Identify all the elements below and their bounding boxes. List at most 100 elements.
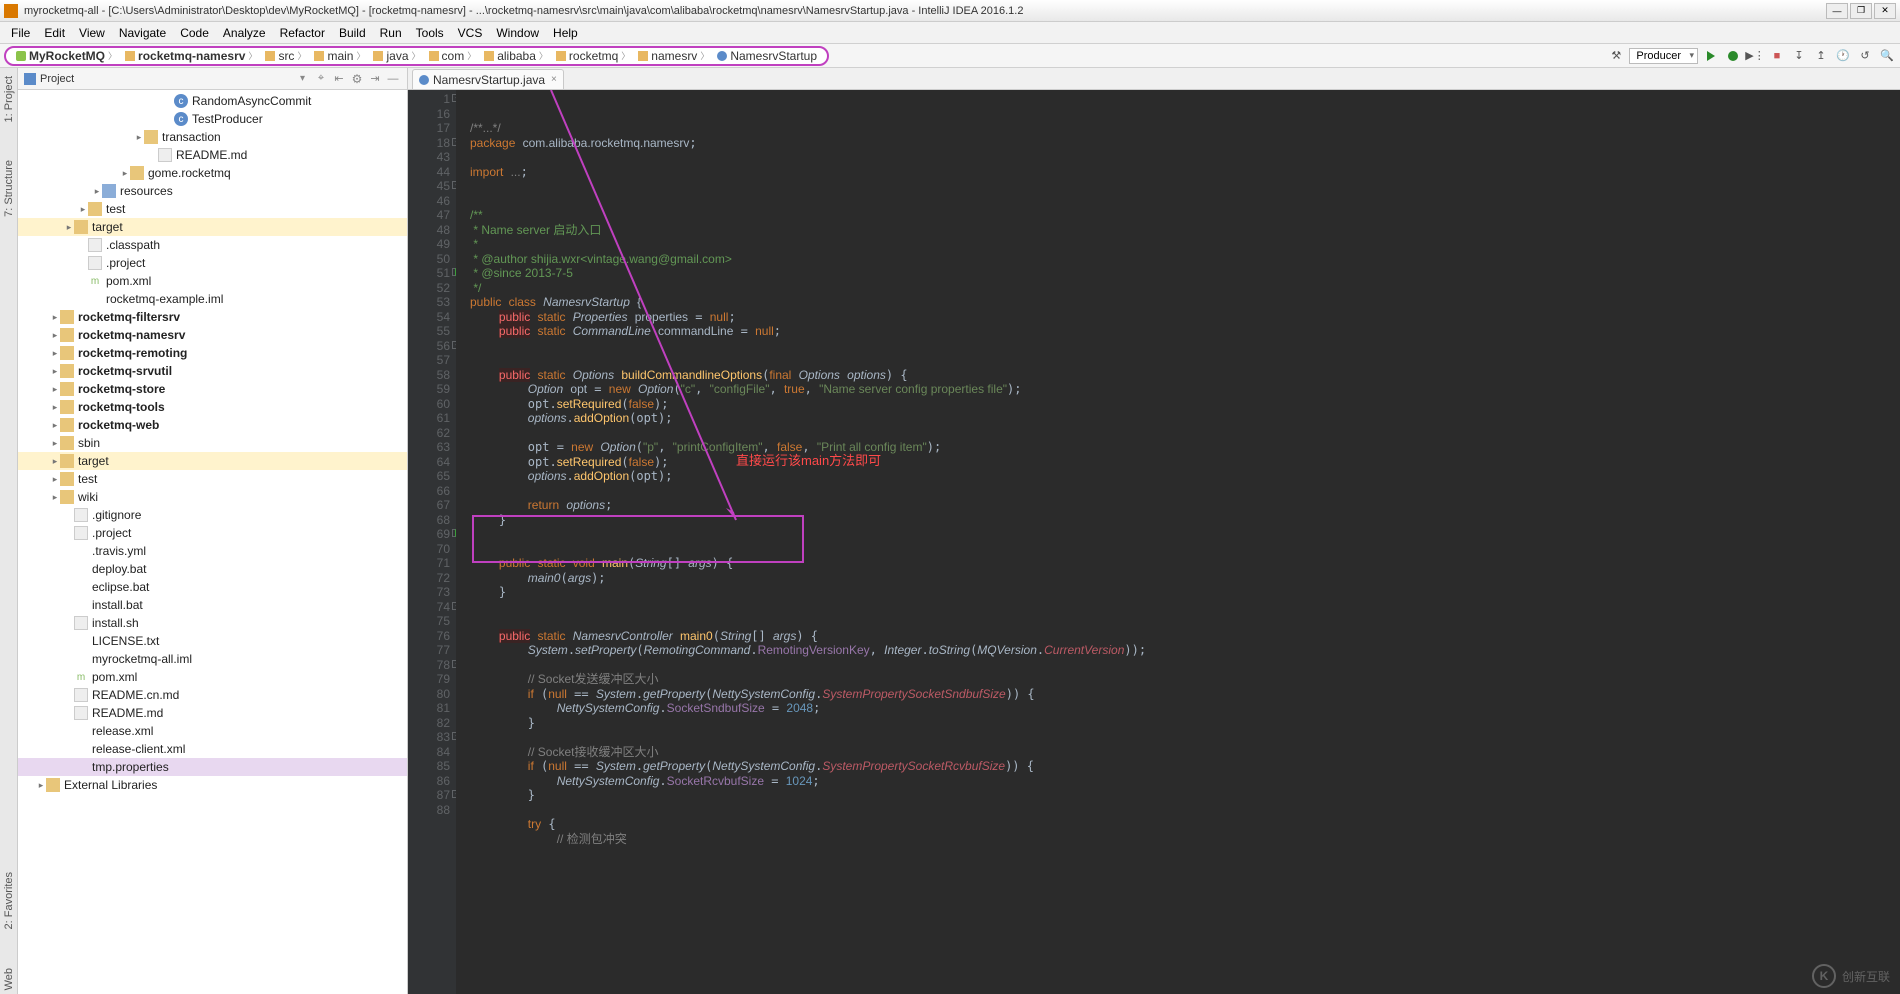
tree-row[interactable]: eclipse.bat xyxy=(18,578,407,596)
tree-row[interactable]: install.sh xyxy=(18,614,407,632)
tool-window-structure[interactable]: 7: Structure xyxy=(3,156,15,221)
editor-tab[interactable]: NamesrvStartup.java × xyxy=(412,69,564,89)
expand-arrow-icon[interactable]: ▸ xyxy=(36,780,46,791)
gutter-line[interactable]: 88 xyxy=(408,803,450,818)
menu-tools[interactable]: Tools xyxy=(409,23,451,43)
tool-window-project[interactable]: 1: Project xyxy=(3,72,15,126)
tree-row[interactable]: cRandomAsyncCommit xyxy=(18,92,407,110)
tree-row[interactable]: .project xyxy=(18,254,407,272)
vcs-commit-button[interactable]: ↥ xyxy=(1812,47,1830,65)
gutter-line[interactable]: 86 xyxy=(408,774,450,789)
tree-row[interactable]: ▸gome.rocketmq xyxy=(18,164,407,182)
gutter-line[interactable]: 58 xyxy=(408,368,450,383)
tree-row[interactable]: myrocketmq-all.iml xyxy=(18,650,407,668)
gutter-line[interactable]: 72 xyxy=(408,571,450,586)
tool-window-favorites[interactable]: 2: Favorites xyxy=(3,868,15,933)
expand-arrow-icon[interactable]: ▸ xyxy=(50,384,60,395)
gutter-line[interactable]: 85 xyxy=(408,759,450,774)
maximize-button[interactable]: ❐ xyxy=(1850,3,1872,19)
breadcrumb[interactable]: MyRocketMQ rocketmq-namesrv src main jav… xyxy=(4,46,829,66)
gutter-line[interactable]: 60 xyxy=(408,397,450,412)
tree-row[interactable]: ▸wiki xyxy=(18,488,407,506)
tree-row[interactable]: tmp.properties xyxy=(18,758,407,776)
expand-arrow-icon[interactable]: ▸ xyxy=(50,402,60,413)
settings-button[interactable]: ⚙ xyxy=(349,71,365,87)
search-everywhere-button[interactable]: 🔍 xyxy=(1878,47,1896,65)
minimize-panel-button[interactable]: — xyxy=(385,71,401,87)
run-button[interactable] xyxy=(1702,47,1720,65)
gutter-line[interactable]: 1- xyxy=(408,92,450,107)
scroll-from-source-button[interactable]: ⌖ xyxy=(313,71,329,87)
menu-file[interactable]: File xyxy=(4,23,37,43)
close-tab-button[interactable]: × xyxy=(551,74,557,85)
tree-row[interactable]: .classpath xyxy=(18,236,407,254)
gutter-line[interactable]: 68 xyxy=(408,513,450,528)
menu-run[interactable]: Run xyxy=(373,23,409,43)
gutter-line[interactable]: 44 xyxy=(408,165,450,180)
gutter-line[interactable]: 61 xyxy=(408,411,450,426)
debug-button[interactable] xyxy=(1724,47,1742,65)
gutter-line[interactable]: 17 xyxy=(408,121,450,136)
gutter-line[interactable]: 46 xyxy=(408,194,450,209)
expand-arrow-icon[interactable]: ▸ xyxy=(50,312,60,323)
tree-row[interactable]: .project xyxy=(18,524,407,542)
tree-row[interactable]: mpom.xml xyxy=(18,668,407,686)
menu-view[interactable]: View xyxy=(72,23,112,43)
tree-row[interactable]: LICENSE.txt xyxy=(18,632,407,650)
expand-arrow-icon[interactable]: ▸ xyxy=(50,348,60,359)
expand-arrow-icon[interactable]: ▸ xyxy=(134,132,144,143)
expand-arrow-icon[interactable]: ▸ xyxy=(50,366,60,377)
tree-row[interactable]: .travis.yml xyxy=(18,542,407,560)
project-tree[interactable]: cRandomAsyncCommitcTestProducer▸transact… xyxy=(18,90,407,994)
make-project-button[interactable]: ⚒ xyxy=(1607,47,1625,65)
gutter-line[interactable]: 45- xyxy=(408,179,450,194)
gutter-line[interactable]: 16 xyxy=(408,107,450,122)
gutter-line[interactable]: 74- xyxy=(408,600,450,615)
gutter-line[interactable]: 76 xyxy=(408,629,450,644)
tree-row[interactable]: ▸rocketmq-store xyxy=(18,380,407,398)
tree-row[interactable]: ▸transaction xyxy=(18,128,407,146)
gutter-line[interactable]: 63 xyxy=(408,440,450,455)
gutter-line[interactable]: 82 xyxy=(408,716,450,731)
gutter-line[interactable]: 78- xyxy=(408,658,450,673)
tree-row[interactable]: ▸rocketmq-tools xyxy=(18,398,407,416)
hide-button[interactable]: ⇥ xyxy=(367,71,383,87)
gutter-line[interactable]: 53 xyxy=(408,295,450,310)
tree-row[interactable]: README.md xyxy=(18,704,407,722)
gutter-line[interactable]: 50 xyxy=(408,252,450,267)
coverage-button[interactable]: ▶⋮ xyxy=(1746,47,1764,65)
gutter-line[interactable]: 54 xyxy=(408,310,450,325)
vcs-update-button[interactable]: ↧ xyxy=(1790,47,1808,65)
gutter-line[interactable]: 55 xyxy=(408,324,450,339)
tree-row[interactable]: ▸target xyxy=(18,218,407,236)
tool-window-web[interactable]: Web xyxy=(3,964,15,994)
gutter-line[interactable]: 80 xyxy=(408,687,450,702)
gutter-line[interactable]: 64 xyxy=(408,455,450,470)
expand-arrow-icon[interactable]: ▸ xyxy=(64,222,74,233)
vcs-revert-button[interactable]: ↺ xyxy=(1856,47,1874,65)
gutter-line[interactable]: 79 xyxy=(408,672,450,687)
gutter-line[interactable]: 51- xyxy=(408,266,450,281)
tree-row[interactable]: ▸test xyxy=(18,470,407,488)
tree-row[interactable]: ▸rocketmq-filtersrv xyxy=(18,308,407,326)
gutter-line[interactable]: 43 xyxy=(408,150,450,165)
collapse-all-button[interactable]: ⇤ xyxy=(331,71,347,87)
gutter-line[interactable]: 75 xyxy=(408,614,450,629)
gutter-line[interactable]: 18- xyxy=(408,136,450,151)
tree-row[interactable]: install.bat xyxy=(18,596,407,614)
gutter-line[interactable]: 52 xyxy=(408,281,450,296)
gutter-line[interactable]: 66 xyxy=(408,484,450,499)
gutter-line[interactable]: 49 xyxy=(408,237,450,252)
tree-row[interactable]: ▸sbin xyxy=(18,434,407,452)
gutter-line[interactable]: 62 xyxy=(408,426,450,441)
tree-row[interactable]: rocketmq-example.iml xyxy=(18,290,407,308)
tree-row[interactable]: .gitignore xyxy=(18,506,407,524)
tree-row[interactable]: deploy.bat xyxy=(18,560,407,578)
expand-arrow-icon[interactable]: ▸ xyxy=(50,438,60,449)
gutter-line[interactable]: 84 xyxy=(408,745,450,760)
expand-arrow-icon[interactable]: ▸ xyxy=(50,420,60,431)
gutter-line[interactable]: 71 xyxy=(408,556,450,571)
gutter-line[interactable]: 56- xyxy=(408,339,450,354)
menu-navigate[interactable]: Navigate xyxy=(112,23,173,43)
menu-build[interactable]: Build xyxy=(332,23,373,43)
